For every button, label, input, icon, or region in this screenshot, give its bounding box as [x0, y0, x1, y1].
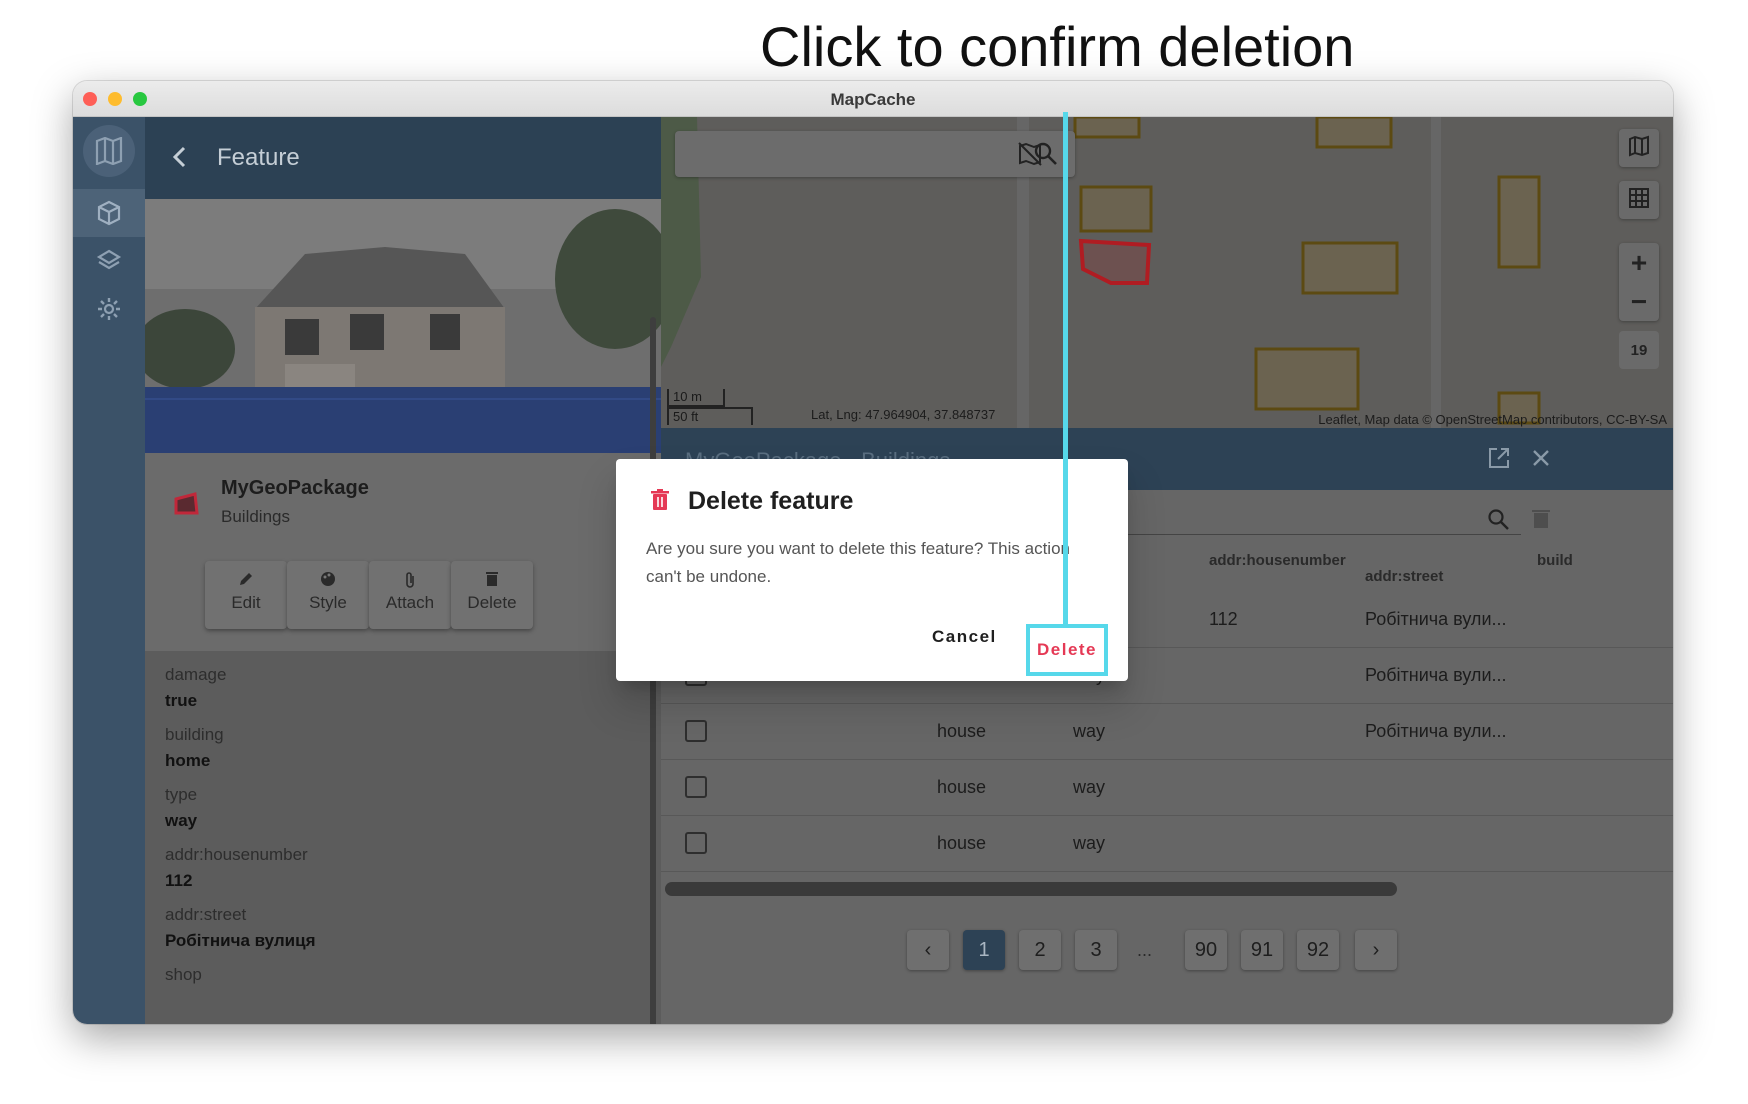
prop-key: building — [165, 725, 224, 744]
cell-type: way — [1073, 777, 1106, 797]
paperclip-icon — [369, 571, 451, 589]
cell-building: house — [937, 721, 987, 741]
title-bar: MapCache — [73, 81, 1673, 117]
window-title: MapCache — [830, 90, 916, 109]
polygon-icon — [173, 491, 201, 522]
table-horizontal-scrollbar[interactable] — [665, 882, 1397, 896]
layer-name: Buildings — [221, 507, 290, 526]
scale-metric: 10 m — [667, 389, 725, 407]
style-button[interactable]: Style — [287, 561, 369, 629]
prop-key: damage — [165, 665, 227, 684]
prop-key: type — [165, 785, 198, 804]
table-search-icon[interactable] — [1487, 508, 1511, 537]
map-icon — [1628, 135, 1650, 162]
table-row[interactable]: house way — [661, 816, 1673, 872]
prop-value: home — [165, 751, 211, 770]
page-button-90[interactable]: 90 — [1185, 930, 1227, 970]
column-header-building[interactable]: build — [1537, 552, 1573, 569]
nav-rail — [73, 117, 145, 1024]
prop-key: shop — [165, 965, 202, 984]
map-scale: 10 m 50 ft — [667, 389, 753, 425]
scale-imperial: 50 ft — [667, 407, 753, 425]
row-checkbox[interactable] — [685, 832, 707, 854]
trash-icon — [650, 489, 670, 516]
cell-type: way — [1073, 721, 1106, 741]
column-header-housenumber[interactable]: addr:housenumber — [1209, 552, 1346, 569]
row-checkbox[interactable] — [685, 720, 707, 742]
delete-feature-dialog: Delete feature Are you sure you want to … — [616, 459, 1128, 681]
prop-value: true — [165, 691, 198, 710]
page-button-2[interactable]: 2 — [1019, 930, 1061, 970]
annotation-caption: Click to confirm deletion — [760, 15, 1355, 78]
cancel-button[interactable]: Cancel — [932, 627, 997, 647]
edit-label: Edit — [231, 593, 261, 612]
prop-value: 112 — [165, 871, 193, 890]
feature-properties: damage true building home type way addr:… — [145, 651, 661, 1024]
dialog-message: Are you sure you want to delete this fea… — [646, 539, 1070, 586]
feature-info: MyGeoPackage Buildings Edit Style Attach… — [145, 453, 661, 651]
confirm-delete-button[interactable]: Delete — [1026, 624, 1108, 676]
table-row[interactable]: house way — [661, 760, 1673, 816]
grid-button[interactable] — [1619, 181, 1659, 219]
latlng-readout: Lat, Lng: 47.964904, 37.848737 — [811, 407, 996, 422]
zoom-control: + − — [1619, 243, 1659, 321]
back-arrow-icon[interactable] — [171, 145, 187, 174]
settings-icon[interactable] — [73, 285, 145, 333]
annotation-pointer-line — [1063, 112, 1068, 624]
close-icon[interactable] — [1531, 448, 1551, 473]
cell-building: house — [937, 833, 987, 853]
open-external-icon[interactable] — [1487, 446, 1511, 475]
attach-button[interactable]: Attach — [369, 561, 451, 629]
delete-feature-button[interactable]: Delete — [451, 561, 533, 629]
search-underline — [1081, 534, 1521, 535]
table-row[interactable]: house way Робітнича вули... — [661, 704, 1673, 760]
zoom-level-indicator: 19 — [1619, 331, 1659, 369]
map-logo-icon[interactable] — [83, 125, 135, 177]
map-attribution: Leaflet, Map data © OpenStreetMap contri… — [1318, 412, 1667, 427]
cell-street: Робітнича вули... — [1365, 609, 1507, 629]
prop-key: addr:housenumber — [165, 845, 308, 864]
map-search-input[interactable] — [675, 131, 1075, 177]
table-trash-icon[interactable] — [1531, 508, 1551, 535]
cell-housenumber: 112 — [1209, 609, 1238, 629]
prev-page-button[interactable]: ‹ — [907, 930, 949, 970]
delete-label: Delete — [467, 593, 517, 612]
page-button-1[interactable]: 1 — [963, 930, 1005, 970]
edit-button[interactable]: Edit — [205, 561, 287, 629]
cell-type: way — [1073, 833, 1106, 853]
feature-panel: Feature MyGeoPackage Buildings Edit Styl… — [145, 117, 661, 1024]
feature-title: Feature — [217, 144, 300, 171]
prop-value: Робітнича вулиця — [165, 931, 316, 950]
page-button-92[interactable]: 92 — [1297, 930, 1339, 970]
cell-street: Робітнича вули... — [1365, 665, 1507, 685]
map-view[interactable]: + − 19 10 m 50 ft Lat, Lng: 47.964904, 3… — [661, 117, 1673, 428]
prop-key: addr:street — [165, 905, 247, 924]
feature-header: Feature — [145, 117, 661, 199]
basemap-button[interactable] — [1619, 129, 1659, 167]
package-icon[interactable] — [73, 189, 145, 237]
column-header-street[interactable]: addr:street — [1365, 568, 1443, 585]
cell-building: house — [937, 777, 987, 797]
attach-label: Attach — [385, 593, 435, 612]
map-search-icon[interactable] — [1033, 141, 1059, 172]
page-button-3[interactable]: 3 — [1075, 930, 1117, 970]
style-label: Style — [309, 593, 347, 612]
page-button-91[interactable]: 91 — [1241, 930, 1283, 970]
geopackage-name: MyGeoPackage — [221, 477, 369, 499]
zoom-in-button[interactable]: + — [1619, 243, 1659, 282]
dialog-title: Delete feature — [688, 487, 854, 515]
layers-icon[interactable] — [73, 237, 145, 285]
zoom-out-button[interactable]: − — [1619, 282, 1659, 321]
grid-icon — [1628, 187, 1650, 214]
row-checkbox[interactable] — [685, 776, 707, 798]
feature-photo[interactable] — [145, 199, 661, 453]
cell-street: Робітнича вули... — [1365, 721, 1507, 741]
palette-icon — [287, 571, 369, 589]
pencil-icon — [205, 571, 287, 589]
page-ellipsis: ... — [1137, 940, 1153, 960]
trash-icon — [451, 571, 533, 589]
next-page-button[interactable]: › — [1355, 930, 1397, 970]
prop-value: way — [165, 811, 198, 830]
